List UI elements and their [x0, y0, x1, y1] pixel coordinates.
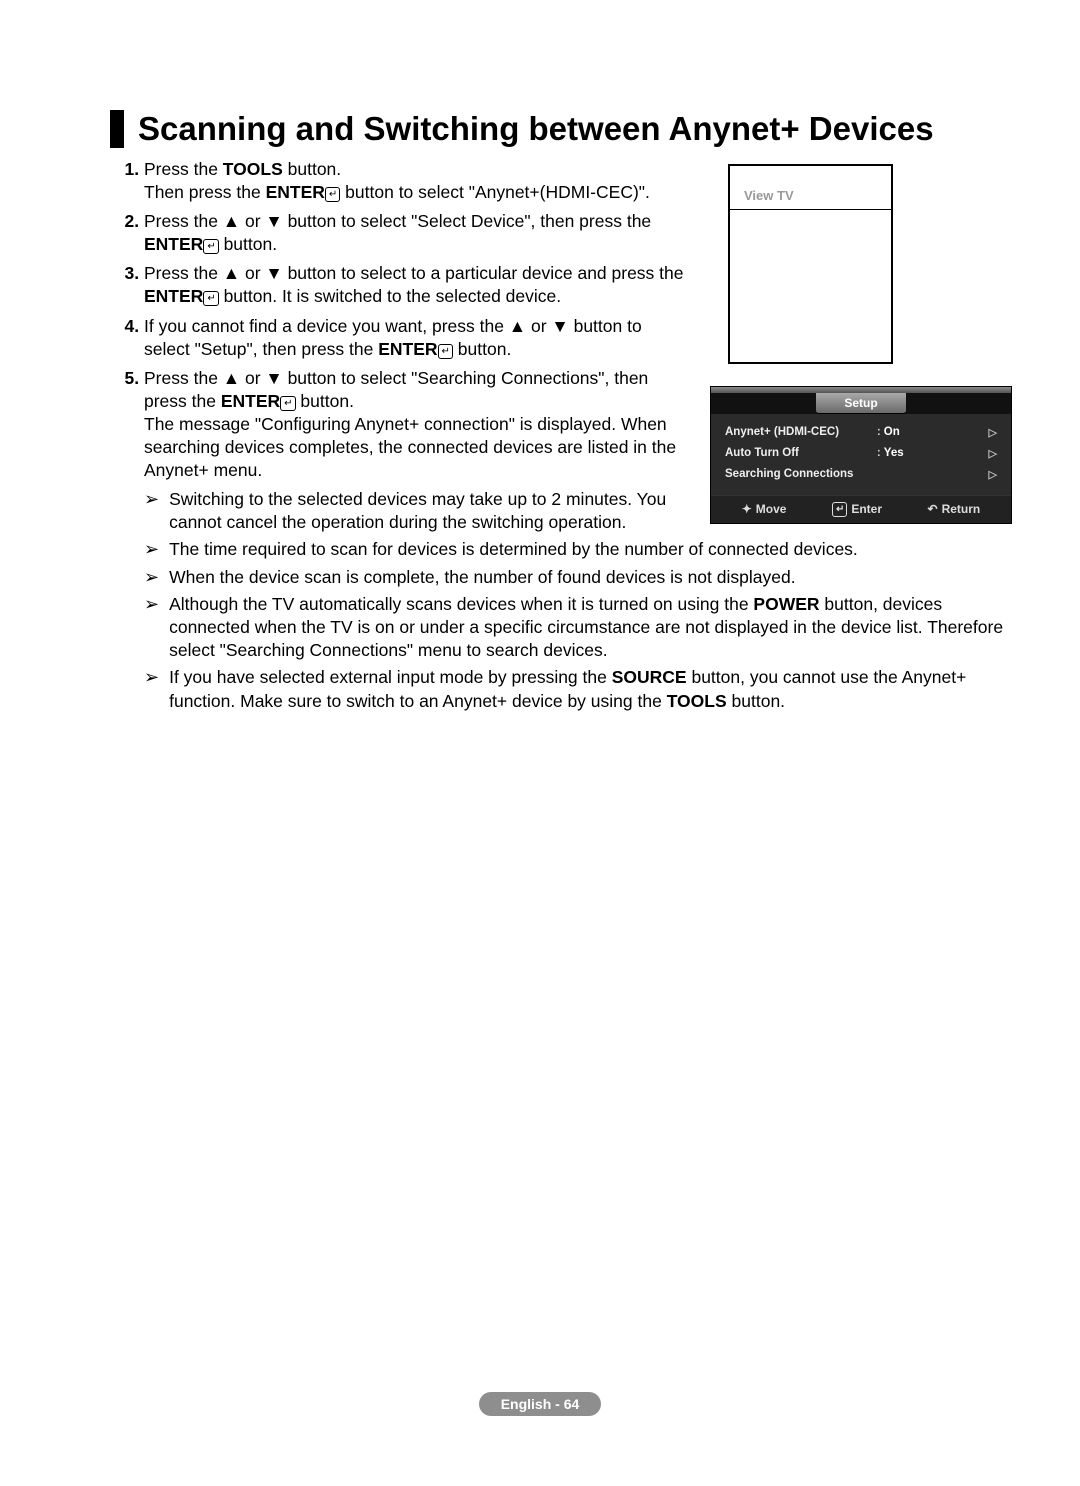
updown-icon: ✦: [742, 502, 752, 516]
label: Return: [942, 502, 981, 516]
text: button.: [453, 339, 511, 359]
text: The message "Configuring Anynet+ connect…: [144, 414, 676, 480]
page-footer: English - 64: [0, 1392, 1080, 1416]
return-icon: ↶: [928, 502, 938, 516]
text: button to select "Anynet+(HDMI-CEC)".: [340, 182, 650, 202]
bold: ENTER: [266, 182, 325, 202]
step-5: Press the ▲ or ▼ button to select "Searc…: [144, 367, 692, 482]
page-title: Scanning and Switching between Anynet+ D…: [138, 110, 1010, 148]
step-3: Press the ▲ or ▼ button to select to a p…: [144, 262, 692, 308]
bold: ENTER: [144, 286, 203, 306]
bold: ENTER: [144, 234, 203, 254]
text: button. It is switched to the selected d…: [219, 286, 561, 306]
text: Press the ▲ or ▼ button to select "Searc…: [144, 368, 648, 411]
enter-icon: [203, 291, 218, 306]
osd-title: Setup: [816, 393, 906, 414]
enter-icon: [832, 502, 847, 517]
note-4: ➢ Although the TV automatically scans de…: [144, 593, 1010, 662]
bold: ENTER: [378, 339, 437, 359]
bold: SOURCE: [612, 667, 687, 687]
text: button.: [283, 159, 341, 179]
note-2: ➢ The time required to scan for devices …: [144, 538, 1010, 561]
osd-value: Yes: [884, 447, 983, 459]
label: Enter: [851, 502, 882, 516]
bold: TOOLS: [223, 159, 283, 179]
text: button.: [219, 234, 277, 254]
text: Press the: [144, 159, 223, 179]
steps-list: Press the TOOLS button. Then press the E…: [110, 158, 692, 482]
step-4: If you cannot find a device you want, pr…: [144, 315, 692, 361]
osd-hint-enter: Enter: [832, 502, 882, 517]
note-body: When the device scan is complete, the nu…: [169, 566, 1010, 589]
note-body: Switching to the selected devices may ta…: [169, 488, 692, 534]
osd-hint-move: ✦ Move: [742, 502, 787, 517]
bold: TOOLS: [667, 691, 727, 711]
note-arrow-icon: ➢: [144, 566, 159, 589]
note-arrow-icon: ➢: [144, 666, 159, 689]
notes-list: ➢ Switching to the selected devices may …: [110, 488, 692, 534]
text: Press the ▲ or ▼ button to select "Selec…: [144, 211, 651, 231]
osd-hint-return: ↶ Return: [928, 502, 981, 517]
osd-body: Anynet+ (HDMI-CEC) : On ▷ Auto Turn Off …: [711, 414, 1011, 495]
label: Move: [756, 502, 787, 516]
note-arrow-icon: ➢: [144, 538, 159, 561]
osd-label: Auto Turn Off: [725, 447, 874, 459]
osd-footer: ✦ Move Enter ↶ Return: [711, 495, 1011, 523]
osd-label: Anynet+ (HDMI-CEC): [725, 426, 874, 438]
note-arrow-icon: ➢: [144, 488, 159, 511]
osd-row-searching: Searching Connections ▷: [725, 464, 997, 485]
text: Although the TV automatically scans devi…: [169, 594, 753, 614]
note-1: ➢ Switching to the selected devices may …: [144, 488, 692, 534]
instruction-column: Press the TOOLS button. Then press the E…: [110, 158, 692, 538]
osd-colon: :: [874, 447, 884, 459]
osd-colon: :: [874, 426, 884, 438]
note-3: ➢ When the device scan is complete, the …: [144, 566, 1010, 589]
osd-row-autoturnoff: Auto Turn Off : Yes ▷: [725, 443, 997, 464]
osd-screenshot: Setup Anynet+ (HDMI-CEC) : On ▷ Auto Tur…: [710, 386, 1012, 524]
bold: ENTER: [221, 391, 280, 411]
tv-screenshot: View TV: [728, 164, 893, 364]
text: button.: [727, 691, 785, 711]
chevron-right-icon: ▷: [983, 447, 997, 460]
text: Press the ▲ or ▼ button to select to a p…: [144, 263, 684, 283]
step-2: Press the ▲ or ▼ button to select "Selec…: [144, 210, 692, 256]
osd-value: On: [884, 426, 983, 438]
content-row: Press the TOOLS button. Then press the E…: [110, 158, 1010, 538]
page-number: English - 64: [479, 1392, 602, 1416]
note-body: Although the TV automatically scans devi…: [169, 593, 1010, 662]
note-arrow-icon: ➢: [144, 593, 159, 616]
manual-page: Scanning and Switching between Anynet+ D…: [0, 0, 1080, 1486]
note-body: The time required to scan for devices is…: [169, 538, 1010, 561]
bold: POWER: [753, 594, 819, 614]
chevron-right-icon: ▷: [983, 468, 997, 481]
chevron-right-icon: ▷: [983, 426, 997, 439]
enter-icon: [280, 396, 295, 411]
enter-icon: [203, 239, 218, 254]
text: Then press the: [144, 182, 266, 202]
title-bar: Scanning and Switching between Anynet+ D…: [110, 110, 1010, 148]
step-1: Press the TOOLS button. Then press the E…: [144, 158, 692, 204]
note-5: ➢ If you have selected external input mo…: [144, 666, 1010, 712]
enter-icon: [438, 344, 453, 359]
osd-row-anynet: Anynet+ (HDMI-CEC) : On ▷: [725, 422, 997, 443]
note-body: If you have selected external input mode…: [169, 666, 1010, 712]
enter-icon: [325, 187, 340, 202]
text: button.: [296, 391, 354, 411]
osd-label: Searching Connections: [725, 468, 983, 480]
tv-viewtv-label: View TV: [730, 166, 891, 210]
text: If you have selected external input mode…: [169, 667, 612, 687]
notes-list-full: ➢ The time required to scan for devices …: [110, 538, 1010, 712]
screenshot-column: View TV Setup Anynet+ (HDMI-CEC) : On ▷ …: [710, 158, 1010, 524]
